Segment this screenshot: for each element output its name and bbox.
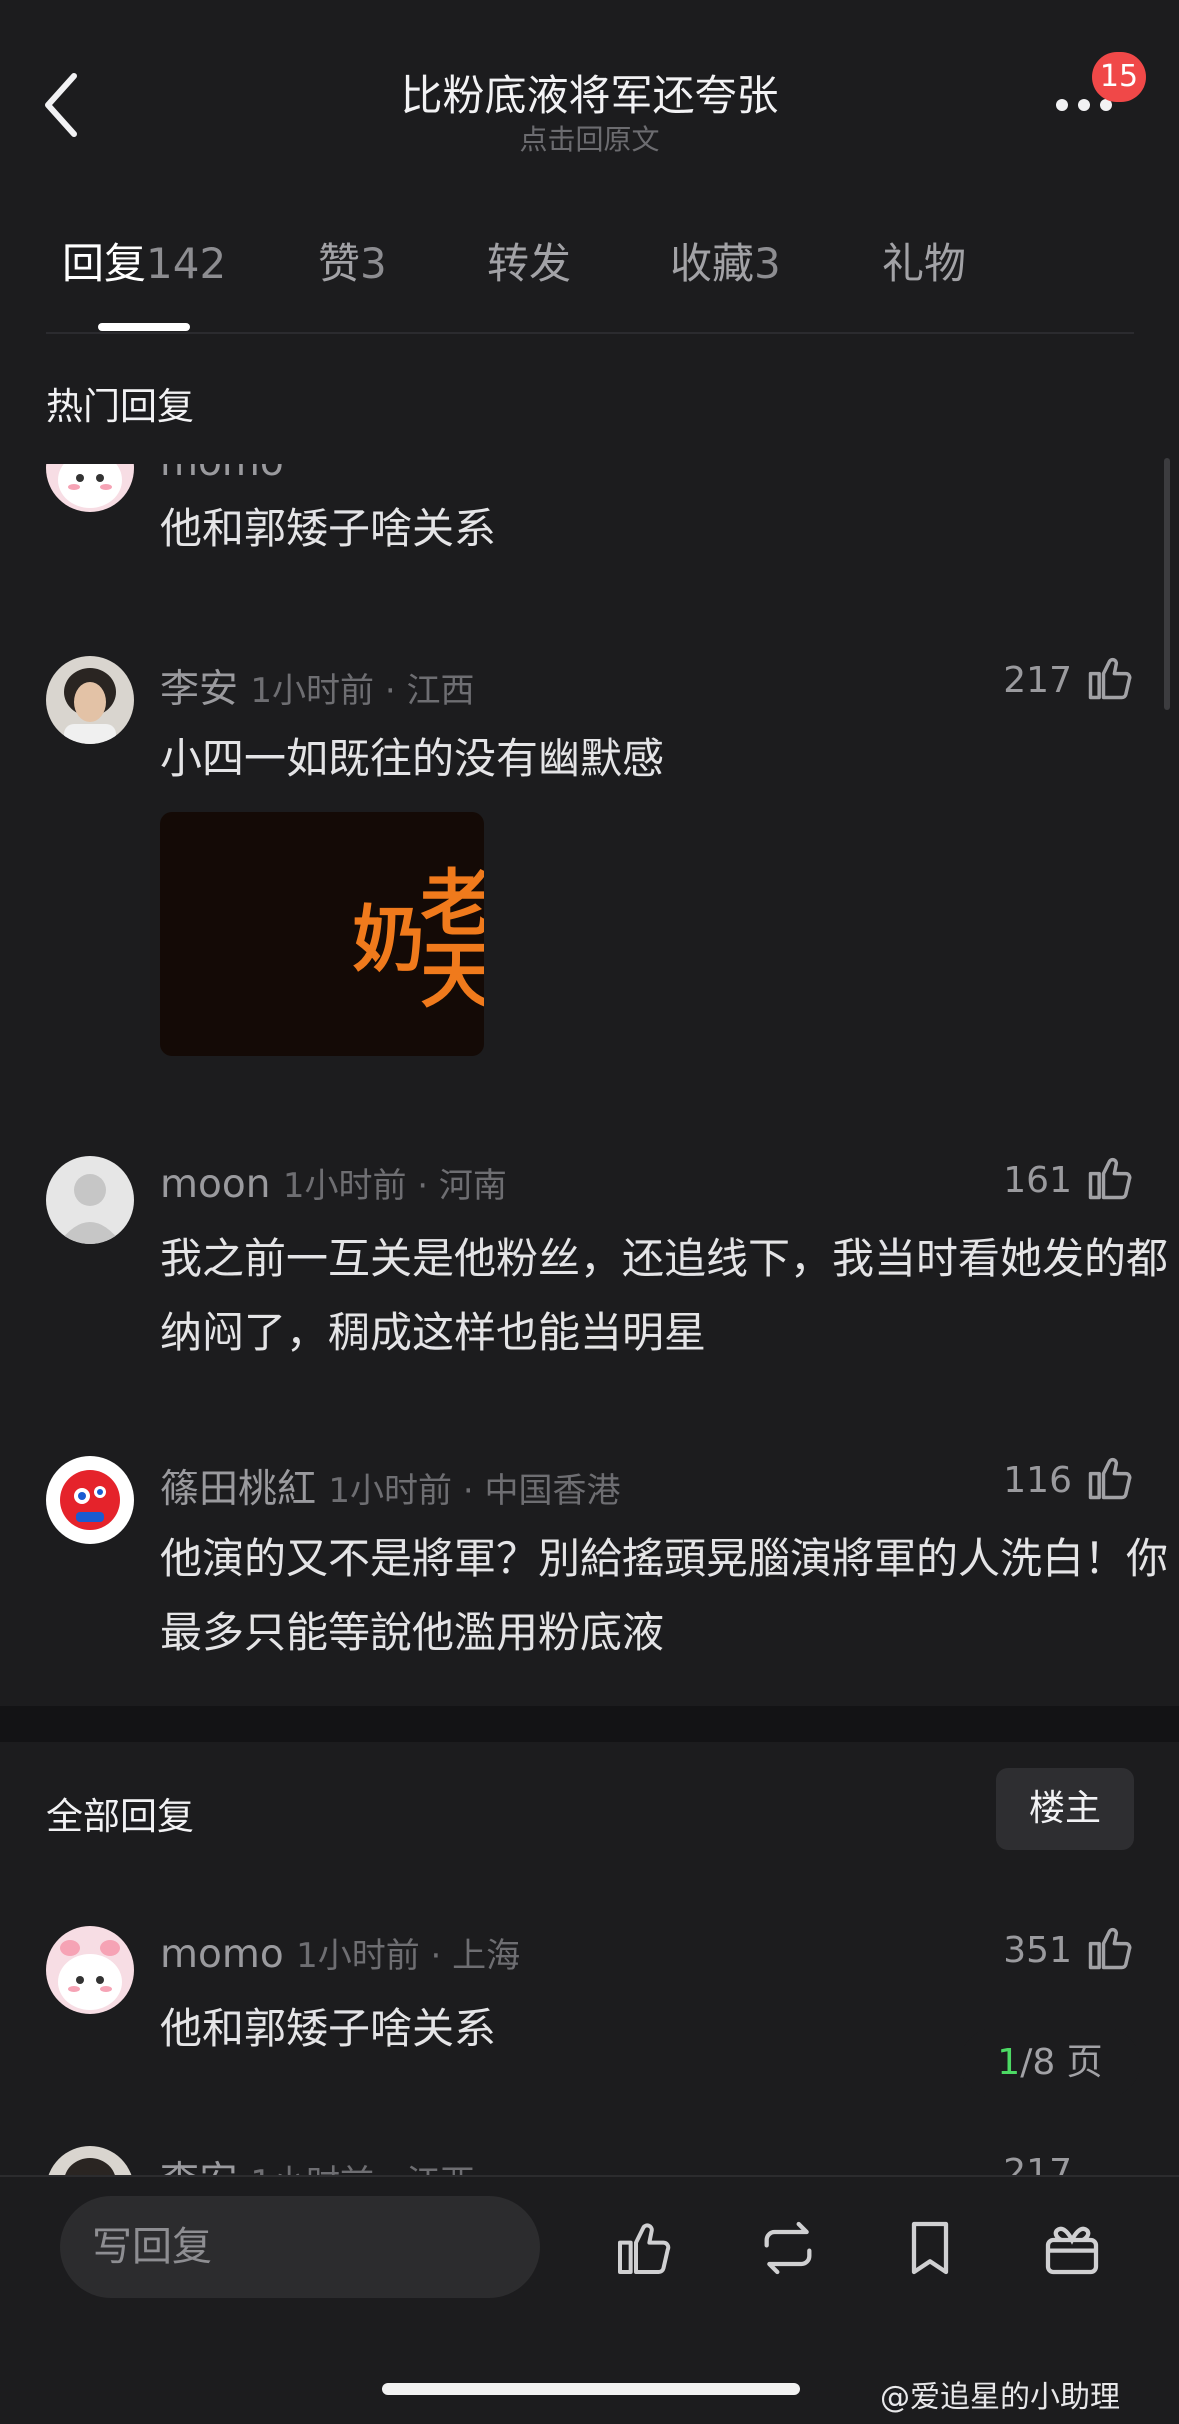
comment-text: 他演的又不是將軍？別給搖頭晃腦演將軍的人洗白！你最多只能等說他濫用粉底液 — [160, 1534, 1169, 1657]
like-count: 351 — [1003, 1930, 1072, 1971]
tab-count: 3 — [360, 239, 387, 288]
thumbs-up-icon[interactable] — [1084, 1452, 1136, 1508]
comment-meta: 1小时前 · 上海 — [296, 1936, 521, 1976]
thumbs-up-icon[interactable] — [1084, 1922, 1136, 1978]
comment-item-partial[interactable]: momo 他和郭矮子啥关系 — [0, 464, 1179, 574]
scrollbar[interactable] — [1164, 458, 1170, 710]
commenter-name[interactable]: momo — [160, 1932, 284, 1977]
like-count: 161 — [1003, 1160, 1072, 1201]
comment-image[interactable]: 老天奶 — [160, 812, 484, 1056]
comment-item-partial[interactable]: 李安 1小时前 · 江西 217 — [0, 2140, 1179, 2176]
avatar[interactable] — [46, 1456, 134, 1544]
comment-text: 我之前一互关是他粉丝，还追线下，我当时看她发的都纳闷了，稠成这样也能当明星 — [160, 1234, 1169, 1357]
tab-divider — [46, 332, 1134, 334]
tab-label: 收藏 — [670, 239, 755, 288]
commenter-name[interactable]: moon — [160, 1162, 270, 1207]
total-pages: /8 页 — [1020, 2042, 1103, 2083]
tab-bar: 回复142 赞3 转发 收藏3 礼物 — [0, 230, 1179, 330]
comment-meta: 1小时前 · 江西 — [250, 671, 475, 711]
like-count: 217 — [1003, 2152, 1072, 2176]
gift-icon[interactable] — [1040, 2216, 1104, 2284]
avatar[interactable] — [46, 2146, 134, 2176]
thumbs-up-icon[interactable] — [1084, 652, 1136, 708]
watermark: @爱追星的小助理 — [880, 2380, 1120, 2415]
tab-count: 3 — [754, 239, 781, 288]
tab-label: 礼物 — [882, 239, 967, 288]
avatar[interactable] — [46, 1156, 134, 1244]
comment-text: 小四一如既往的没有幽默感 — [160, 734, 665, 783]
home-indicator[interactable] — [382, 2383, 800, 2395]
post-title[interactable]: 比粉底液将军还夸张 — [0, 62, 1179, 123]
commenter-name[interactable]: 李安 — [160, 667, 238, 712]
avatar[interactable] — [46, 656, 134, 744]
like-count: 217 — [1003, 660, 1072, 701]
page-indicator[interactable]: 1/8 页 — [960, 2028, 1140, 2098]
avatar[interactable] — [46, 464, 134, 512]
comment-text: 他和郭矮子啥关系 — [160, 504, 497, 553]
repost-icon[interactable] — [756, 2216, 820, 2284]
top-nav-bar: 比粉底液将军还夸张 点击回原文 15 — [0, 0, 1179, 200]
comment-meta: 1小时前 · 中国香港 — [328, 1471, 621, 1511]
tab-label: 转发 — [487, 239, 572, 288]
commenter-name[interactable]: momo — [160, 464, 284, 485]
back-to-original-link[interactable]: 点击回原文 — [0, 118, 1179, 158]
section-separator — [0, 1706, 1179, 1742]
like-icon[interactable] — [612, 2216, 676, 2284]
current-page: 1 — [997, 2042, 1021, 2083]
tab-replies[interactable]: 回复142 — [62, 230, 226, 291]
avatar[interactable] — [46, 1926, 134, 2014]
all-replies-title: 全部回复 — [46, 1795, 194, 1838]
bookmark-icon[interactable] — [898, 2216, 962, 2284]
reply-input[interactable]: 写回复 — [60, 2196, 540, 2298]
commenter-name[interactable]: 李安 — [160, 2159, 238, 2176]
tab-favorites[interactable]: 收藏3 — [670, 230, 781, 291]
thumbs-up-icon[interactable] — [1084, 1152, 1136, 1208]
commenter-name[interactable]: 篠田桃紅 — [160, 1467, 316, 1512]
notification-badge: 15 — [1092, 52, 1146, 102]
tab-likes[interactable]: 赞3 — [318, 230, 387, 291]
tab-label: 赞 — [318, 239, 361, 288]
hot-replies-title: 热门回复 — [46, 385, 194, 428]
tab-count: 142 — [146, 239, 227, 288]
tab-gifts[interactable]: 礼物 — [882, 230, 966, 291]
filter-owner-button[interactable]: 楼主 — [996, 1768, 1134, 1850]
comment-meta: 1小时前 · 河南 — [282, 1166, 507, 1206]
image-caption: 老天奶 — [340, 865, 484, 1009]
tab-label: 回复 — [62, 239, 147, 288]
like-count: 116 — [1003, 1460, 1072, 1501]
tab-reposts[interactable]: 转发 — [487, 230, 571, 291]
active-tab-indicator — [98, 323, 190, 331]
